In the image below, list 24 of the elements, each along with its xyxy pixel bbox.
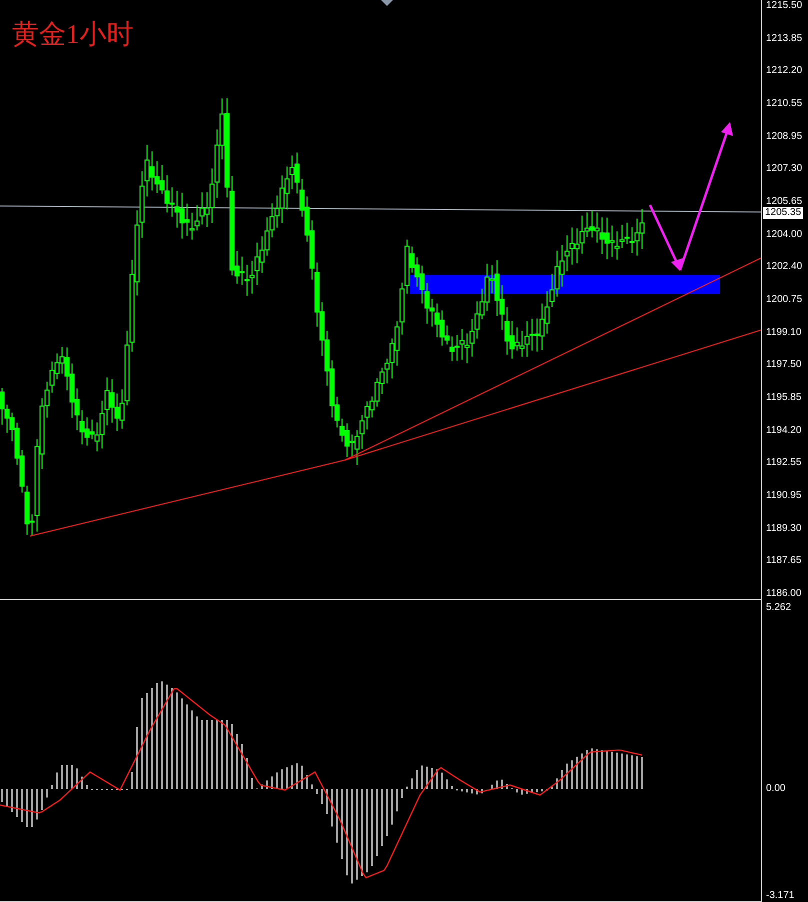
price-axis-label: 1186.00: [766, 588, 802, 600]
macd-axis-label: -3.171: [766, 890, 796, 902]
price-axis-label: 1197.50: [766, 359, 802, 372]
price-axis-label: 1189.30: [766, 522, 802, 534]
price-axis-label: 1199.10: [766, 326, 802, 339]
price-axis-label: 1213.85: [766, 32, 804, 45]
price-axis-label: 1212.20: [766, 65, 804, 78]
price-axis-label: 1202.40: [766, 261, 804, 274]
price-axis-label: 1205.65: [766, 196, 804, 208]
chart-title: 黄金1小时: [12, 20, 134, 50]
price-axis-label: 1204.00: [766, 228, 804, 241]
price-axis-label: 1190.95: [766, 490, 802, 502]
current-price-tag: 1205.35: [763, 207, 804, 219]
macd-axis-label: 5.262: [766, 602, 792, 614]
price-axis-label: 1207.30: [766, 163, 804, 176]
price-axis-label: 1195.85: [766, 392, 802, 404]
price-axis-label: 1210.55: [766, 98, 804, 110]
price-axis-label: 1200.75: [766, 294, 804, 306]
price-axis-label: 1187.65: [766, 555, 802, 568]
price-axis-label: 1208.95: [766, 130, 804, 143]
price-axis-label: 1194.20: [766, 424, 802, 437]
price-axis-label: 1192.55: [766, 457, 802, 470]
price-axis-label: 1215.50: [766, 0, 804, 12]
macd-axis-label: 0.00: [766, 783, 786, 795]
